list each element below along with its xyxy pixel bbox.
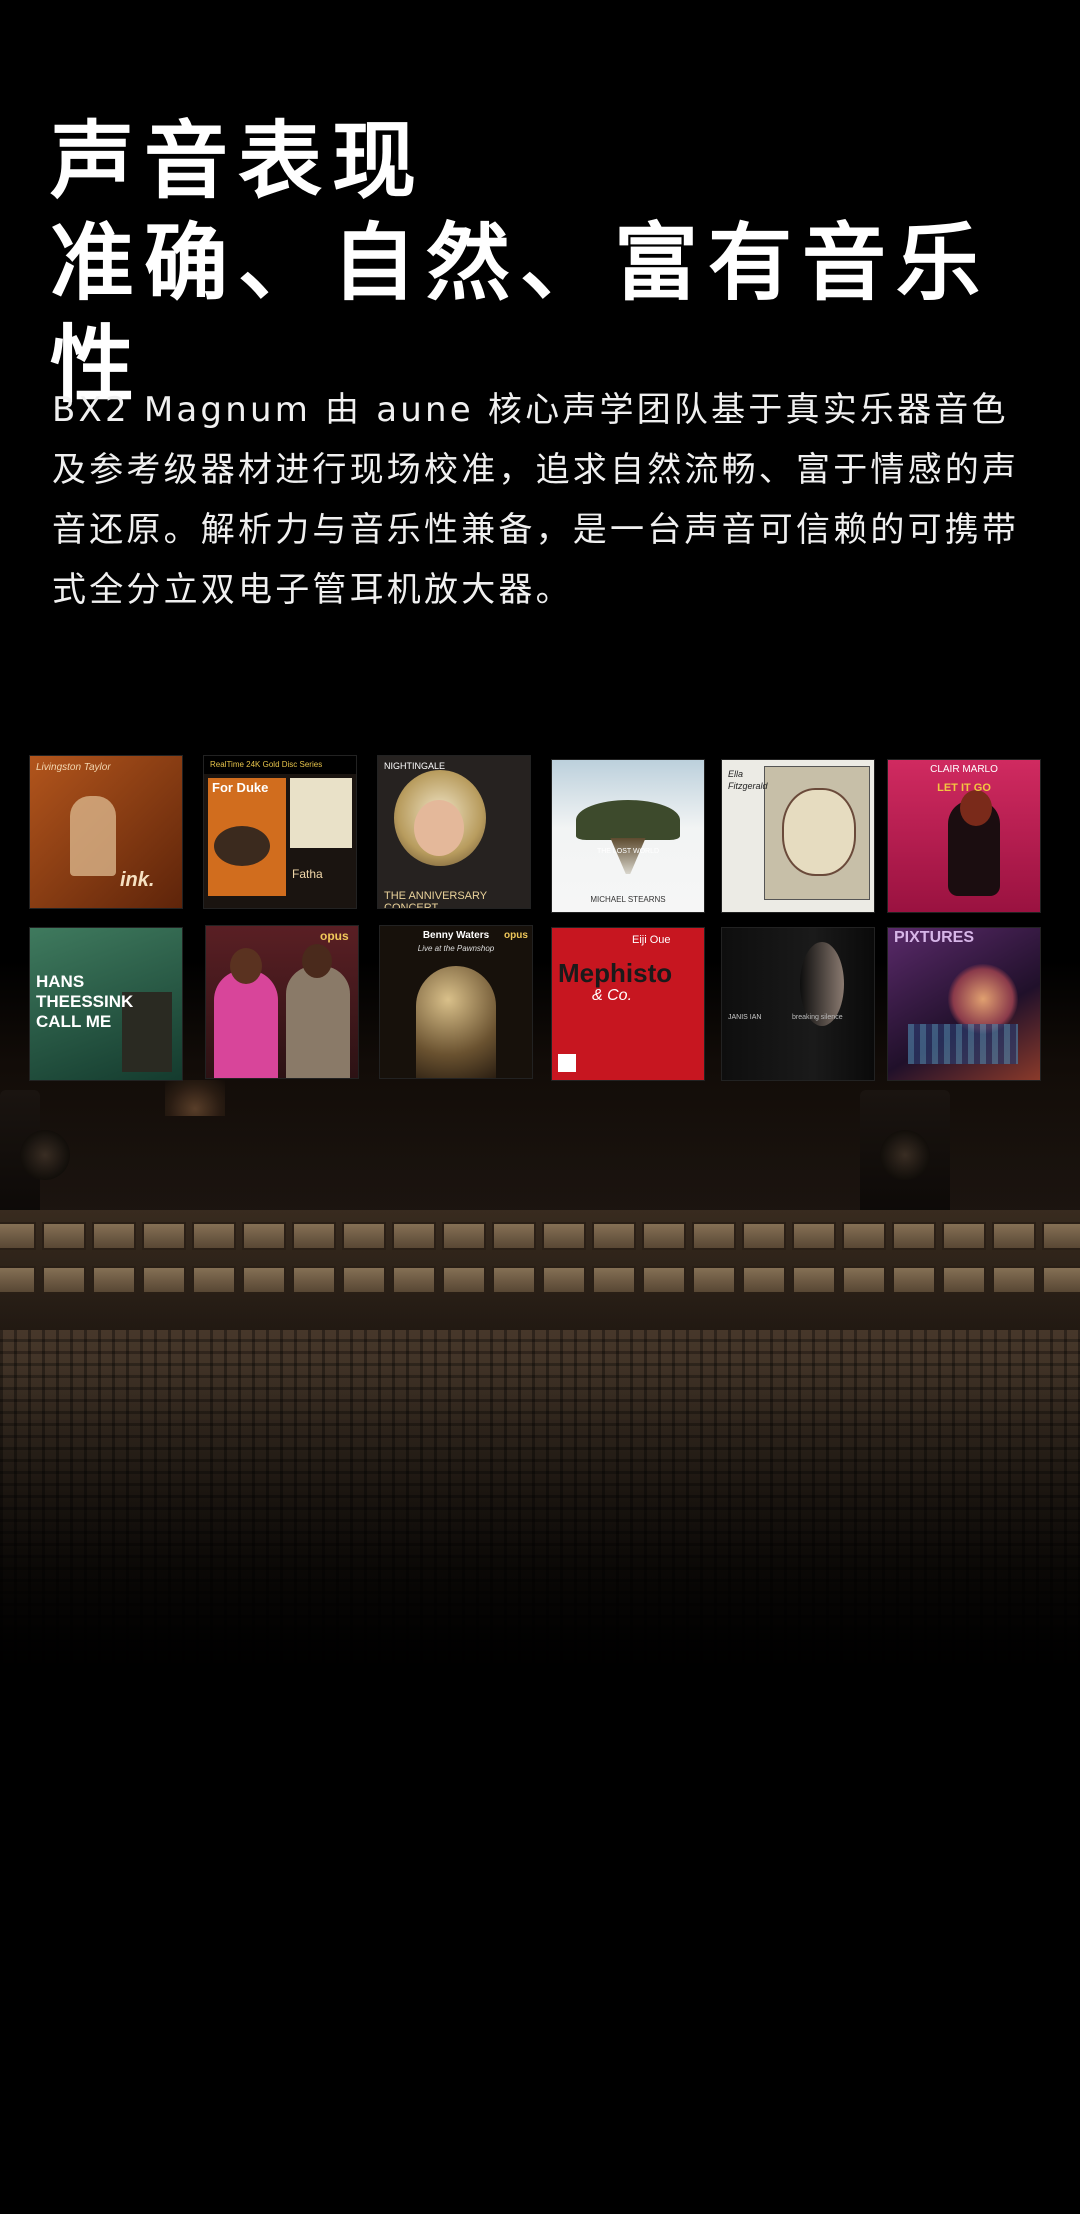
album-title: THE LOST WORLD xyxy=(596,848,660,855)
album-title: ink. xyxy=(120,869,155,891)
album-cover-hans-theessink: HANS THEESSINK CALL ME xyxy=(30,928,182,1080)
album-subtitle: Live at the Pawnshop xyxy=(417,944,495,953)
album-cover-cyndee-peters: opus xyxy=(206,926,358,1078)
album-label: opus xyxy=(320,929,349,943)
album-artist: Eiji Oue xyxy=(632,934,671,946)
headline: 声音表现 准确、自然、富有音乐性 xyxy=(50,110,1050,416)
album-title: THE ANNIVERSARY CONCERT xyxy=(384,890,487,908)
album-cover-benny-waters: Benny Waters Live at the Pawnshop opus xyxy=(380,926,532,1078)
album-cover-mephisto: Eiji Oue Mephisto & Co. xyxy=(552,928,704,1080)
album-title: HANS THEESSINK CALL ME xyxy=(36,972,134,1031)
album-artist: Ella Fitzgerald xyxy=(728,769,768,791)
album-cover-clair-marlo: CLAIR MARLO LET IT GO xyxy=(888,760,1040,912)
album-title: Mephisto xyxy=(558,958,673,988)
album-title: breaking silence xyxy=(792,1014,843,1021)
album-title: LET IT GO xyxy=(937,782,991,794)
product-description: BX2 Magnum 由 aune 核心声学团队基于真实乐器音色及参考级器材进行… xyxy=(52,390,1020,610)
album-cover-lost-world: THE LOST WORLD MICHAEL STEARNS xyxy=(552,760,704,912)
album-cover-for-duke: RealTime 24K Gold Disc Series For Duke F… xyxy=(204,756,356,908)
album-artist: CLAIR MARLO xyxy=(930,764,998,775)
headline-line-1: 声音表现 xyxy=(50,112,427,210)
album-series: RealTime 24K Gold Disc Series xyxy=(210,760,323,769)
album-title: PIXTURES xyxy=(894,929,975,946)
album-subtitle: & Co. xyxy=(592,987,633,1004)
album-cover-ella-fitzgerald: Ella Fitzgerald xyxy=(722,760,874,912)
album-artist: Livingston Taylor xyxy=(36,762,111,773)
album-cover-janis-ian: JANIS IAN breaking silence xyxy=(722,928,874,1080)
album-label: opus xyxy=(504,930,528,941)
album-cover-pictures: PIXTURES xyxy=(888,928,1040,1080)
album-cover-nightingale: NIGHTINGALE THE ANNIVERSARY CONCERT xyxy=(378,756,530,908)
album-artist: MICHAEL STEARNS xyxy=(590,895,666,904)
album-artist: JANIS IAN xyxy=(728,1014,762,1021)
album-cover-ink: Livingston Taylor ink. xyxy=(30,756,182,908)
album-subtitle: Fatha xyxy=(292,867,323,881)
album-label: NIGHTINGALE xyxy=(384,761,446,771)
album-grid: Livingston Taylor ink. RealTime 24K Gold… xyxy=(30,756,1054,1082)
album-title: For Duke xyxy=(212,780,269,795)
